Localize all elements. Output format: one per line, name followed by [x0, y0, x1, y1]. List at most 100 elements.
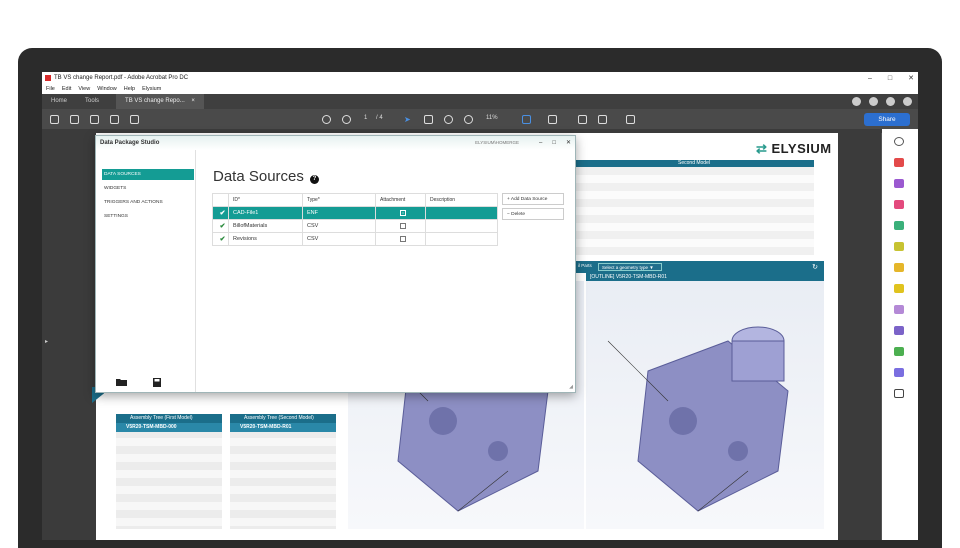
select-cursor-icon[interactable]: ➤ [404, 115, 413, 124]
assembly-tree-first-row[interactable]: V5R20-TSM-MBD-000 [116, 423, 222, 432]
zoom-level[interactable]: 11% [486, 115, 498, 121]
row-type[interactable]: CSV [302, 219, 376, 233]
organize-pages-icon[interactable] [894, 200, 904, 209]
resize-grip-icon[interactable]: ◢ [569, 384, 573, 390]
zoom-in-icon[interactable] [464, 115, 473, 124]
tab-tools[interactable]: Tools [76, 94, 108, 109]
search-icon[interactable] [130, 115, 139, 124]
column-header-attachment[interactable]: Attachment [375, 193, 426, 207]
window-title: TB VS change Report.pdf - Adobe Acrobat … [54, 75, 189, 81]
menu-window[interactable]: Window [97, 86, 117, 92]
dialog-heading: Data Sources [213, 168, 304, 185]
tab-close-icon[interactable]: × [191, 98, 195, 104]
share-button[interactable]: Share [864, 113, 910, 126]
user-avatar-icon[interactable] [903, 97, 912, 106]
delete-button[interactable]: − Delete [502, 208, 564, 220]
row-id[interactable]: Revisions [228, 232, 303, 246]
close-button[interactable]: ✕ [908, 74, 914, 82]
protect-icon[interactable] [894, 368, 904, 377]
export-pdf-icon[interactable] [894, 221, 904, 230]
dialog-user: ELYSIUM\HOMERGE [475, 140, 519, 145]
cad-part-second-icon [607, 326, 789, 512]
print-icon[interactable] [90, 115, 99, 124]
measure-pane-icon[interactable] [894, 326, 904, 335]
menu-view[interactable]: View [78, 86, 90, 92]
data-package-studio-dialog: Data Package Studio ELYSIUM\HOMERGE – □ … [95, 135, 576, 393]
page-down-icon[interactable] [342, 115, 351, 124]
row-attachment-checkbox[interactable] [375, 219, 426, 233]
page-layout-icon[interactable] [522, 115, 531, 124]
comment-icon[interactable] [852, 97, 861, 106]
left-panel-toggle-icon[interactable]: ▸ [45, 338, 48, 345]
dialog-close-button[interactable]: ✕ [566, 136, 571, 150]
comment-tool-icon[interactable] [578, 115, 587, 124]
row-type[interactable]: CSV [302, 232, 376, 246]
help-circle-icon[interactable] [869, 97, 878, 106]
geometry-type-select[interactable]: Select a geometry type ▼ [598, 263, 662, 271]
tab-home[interactable]: Home [42, 94, 76, 109]
column-header-description[interactable]: Description [425, 193, 498, 207]
refresh-icon[interactable]: ↻ [812, 263, 818, 271]
table-row[interactable]: ✔ Revisions CSV [212, 232, 498, 246]
help-icon[interactable]: ? [310, 175, 319, 184]
menu-edit[interactable]: Edit [62, 86, 71, 92]
comment-pane-icon[interactable] [894, 263, 904, 272]
column-header-id[interactable]: ID* [228, 193, 303, 207]
second-model-table [574, 167, 814, 255]
window-controls: – □ ✕ [868, 72, 914, 84]
print-production-icon[interactable] [894, 347, 904, 356]
combine-files-icon[interactable] [894, 179, 904, 188]
save-disk-icon[interactable] [151, 378, 163, 387]
save-icon[interactable] [50, 115, 59, 124]
model-viewer-second[interactable] [586, 281, 824, 529]
row-description[interactable] [425, 206, 498, 220]
edit-pdf-icon[interactable] [894, 242, 904, 251]
nav-data-sources[interactable]: DATA SOURCES [102, 169, 194, 180]
assembly-tree-second-row[interactable]: V5R20-TSM-MBD-R01 [230, 423, 336, 432]
nav-widgets[interactable]: WIDGETS [102, 183, 194, 194]
row-description[interactable] [425, 219, 498, 233]
minimize-button[interactable]: – [868, 75, 872, 82]
menu-elysium[interactable]: Elysium [142, 86, 161, 92]
send-sign-icon[interactable] [894, 305, 904, 314]
tab-document[interactable]: TB VS change Repo... × [116, 94, 204, 109]
nav-settings[interactable]: SETTINGS [102, 211, 194, 222]
more-tools-icon[interactable] [894, 389, 904, 398]
row-type[interactable]: ENF [302, 206, 376, 220]
cloud-upload-icon[interactable] [70, 115, 79, 124]
bell-icon[interactable] [886, 97, 895, 106]
sign-icon[interactable] [626, 115, 635, 124]
maximize-button[interactable]: □ [888, 75, 892, 82]
menu-file[interactable]: File [46, 86, 55, 92]
create-pdf-icon[interactable] [894, 158, 904, 167]
row-description[interactable] [425, 232, 498, 246]
page-number-input[interactable]: 1 [364, 115, 367, 121]
row-status-check-icon: ✔ [212, 232, 229, 246]
assembly-tree-second-header: Assembly Tree (Second Model) [230, 414, 336, 423]
folder-open-icon[interactable] [116, 378, 128, 387]
mail-icon[interactable] [110, 115, 119, 124]
dialog-minimize-button[interactable]: – [539, 136, 542, 150]
window-titlebar: TB VS change Report.pdf - Adobe Acrobat … [42, 72, 918, 84]
fill-sign-icon[interactable] [894, 284, 904, 293]
menu-help[interactable]: Help [124, 86, 135, 92]
tab-bar-icons [852, 94, 912, 109]
zoom-out-icon[interactable] [444, 115, 453, 124]
table-row[interactable]: ✔ BillofMaterials CSV [212, 219, 498, 233]
pen-icon[interactable] [598, 115, 607, 124]
dialog-maximize-button[interactable]: □ [552, 136, 556, 150]
row-attachment-checkbox[interactable] [375, 206, 426, 220]
add-data-source-button[interactable]: + Add Data Source [502, 193, 564, 205]
row-id[interactable]: BillofMaterials [228, 219, 303, 233]
row-id[interactable]: CAD-File1 [228, 206, 303, 220]
hand-icon[interactable] [424, 115, 433, 124]
row-status-check-icon: ✔ [212, 206, 229, 220]
measure-icon[interactable] [548, 115, 557, 124]
parts-label: il Parts [578, 263, 592, 268]
zoom-tool-icon[interactable] [894, 137, 904, 146]
column-header-type[interactable]: Type* [302, 193, 376, 207]
table-row[interactable]: ✔ CAD-File1 ENF [212, 206, 498, 220]
nav-triggers-and-actions[interactable]: TRIGGERS AND ACTIONS [102, 197, 194, 208]
row-attachment-checkbox[interactable] [375, 232, 426, 246]
page-up-icon[interactable] [322, 115, 331, 124]
